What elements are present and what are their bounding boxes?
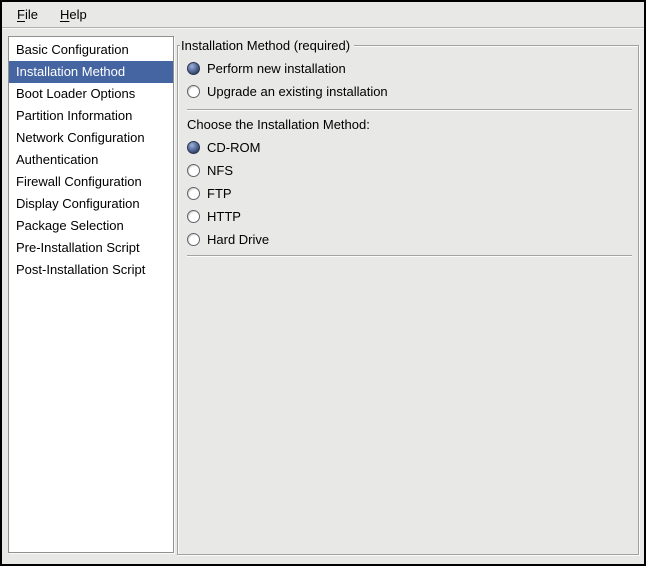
radio-row-ftp[interactable]: FTP [187, 182, 632, 205]
radio-row-cdrom[interactable]: CD-ROM [187, 136, 632, 159]
sidebar-item-boot-loader-options[interactable]: Boot Loader Options [9, 83, 173, 105]
radio-icon-nfs[interactable] [187, 164, 200, 177]
separator [187, 109, 632, 111]
menu-help-mnemonic: H [60, 7, 69, 22]
menu-help-label: elp [69, 7, 86, 22]
sidebar-item-package-selection[interactable]: Package Selection [9, 215, 173, 237]
radio-label-nfs: NFS [207, 163, 233, 178]
radio-label-hard-drive: Hard Drive [207, 232, 269, 247]
radio-label-perform-new-installation: Perform new installation [207, 61, 346, 76]
radio-icon-perform-new-installation[interactable] [187, 62, 200, 75]
menu-help[interactable]: Help [57, 5, 90, 24]
menubar: File Help [2, 2, 644, 28]
choose-method-label: Choose the Installation Method: [187, 113, 632, 136]
sidebar-item-installation-method[interactable]: Installation Method [9, 61, 173, 83]
frame-title: Installation Method (required) [180, 38, 354, 53]
sidebar-item-partition-information[interactable]: Partition Information [9, 105, 173, 127]
menu-file[interactable]: File [14, 5, 41, 24]
radio-icon-http[interactable] [187, 210, 200, 223]
sidebar-item-post-installation-script[interactable]: Post-Installation Script [9, 259, 173, 281]
radio-row-upgrade-existing-installation[interactable]: Upgrade an existing installation [187, 80, 632, 103]
radio-row-http[interactable]: HTTP [187, 205, 632, 228]
separator [187, 255, 632, 257]
frame-content: Perform new installation Upgrade an exis… [178, 46, 638, 257]
sidebar-item-pre-installation-script[interactable]: Pre-Installation Script [9, 237, 173, 259]
radio-icon-ftp[interactable] [187, 187, 200, 200]
sidebar-item-authentication[interactable]: Authentication [9, 149, 173, 171]
radio-row-hard-drive[interactable]: Hard Drive [187, 228, 632, 251]
radio-icon-cdrom[interactable] [187, 141, 200, 154]
radio-icon-hard-drive[interactable] [187, 233, 200, 246]
radio-icon-upgrade-existing-installation[interactable] [187, 85, 200, 98]
sidebar-item-firewall-configuration[interactable]: Firewall Configuration [9, 171, 173, 193]
radio-label-http: HTTP [207, 209, 241, 224]
menu-file-label: ile [25, 7, 38, 22]
menu-file-mnemonic: F [17, 7, 25, 22]
sidebar-item-display-configuration[interactable]: Display Configuration [9, 193, 173, 215]
radio-label-ftp: FTP [207, 186, 232, 201]
sidebar-nav: Basic Configuration Installation Method … [8, 36, 174, 553]
radio-row-perform-new-installation[interactable]: Perform new installation [187, 57, 632, 80]
radio-label-cdrom: CD-ROM [207, 140, 260, 155]
sidebar-item-basic-configuration[interactable]: Basic Configuration [9, 39, 173, 61]
sidebar-item-network-configuration[interactable]: Network Configuration [9, 127, 173, 149]
installation-method-frame: Installation Method (required) Perform n… [177, 45, 639, 555]
radio-row-nfs[interactable]: NFS [187, 159, 632, 182]
radio-label-upgrade-existing-installation: Upgrade an existing installation [207, 84, 388, 99]
kickstart-configurator-window: { "colors": { "window_bg": "#e8e8e6", "s… [0, 0, 646, 566]
